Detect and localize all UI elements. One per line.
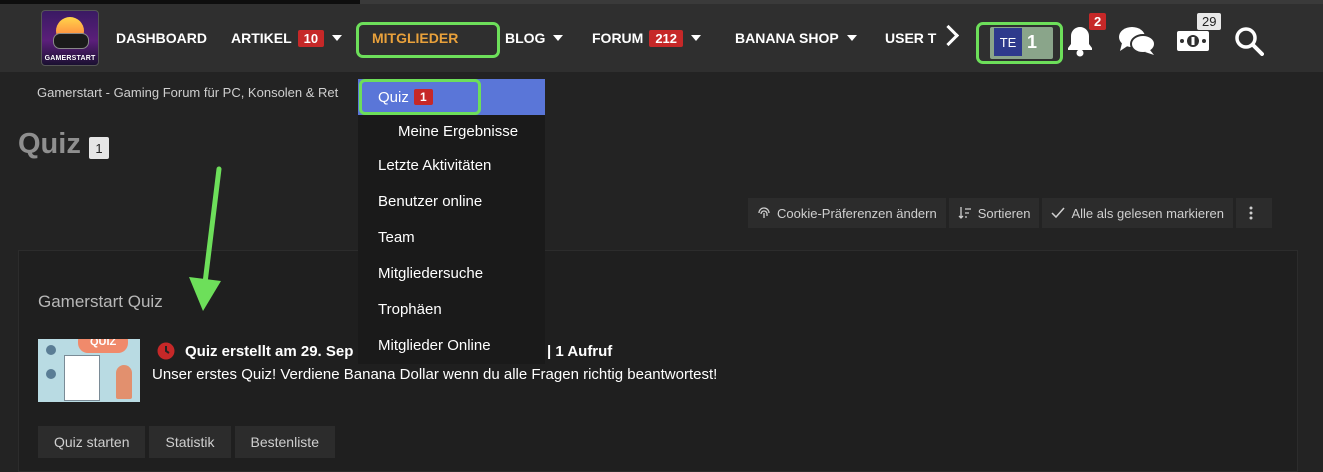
option-a-icon	[46, 345, 56, 355]
nav-artikel-label: ARTIKEL	[231, 30, 292, 46]
quiz-title[interactable]: Quiz erstellt am 29. Sep	[185, 343, 353, 360]
action-bar: Cookie-Präferenzen ändern Sortieren Alle…	[748, 198, 1272, 228]
dropdown-item-quiz[interactable]: Quiz	[378, 89, 409, 106]
artikel-badge: 10	[297, 29, 325, 47]
sort-icon	[958, 207, 971, 219]
dropdown-item-mitglieder-online[interactable]: Mitglieder Online	[378, 337, 491, 354]
chevron-down-icon	[332, 35, 343, 41]
notifications-badge: 2	[1089, 13, 1107, 30]
clipboard-icon	[64, 355, 100, 401]
nav-dashboard[interactable]: DASHBOARD	[116, 4, 207, 72]
money-icon[interactable]	[1176, 27, 1210, 55]
chevron-down-icon	[553, 35, 564, 41]
title-badge: 1	[89, 137, 109, 159]
dropdown-item-mitgliedersuche[interactable]: Mitgliedersuche	[378, 265, 483, 282]
nav-blog-label: BLOG	[505, 30, 546, 46]
chevron-down-icon	[691, 35, 702, 41]
site-logo[interactable]: GAMERSTART	[41, 10, 99, 66]
nav-banana-shop[interactable]: BANANA SHOP	[735, 4, 857, 72]
chat-icon[interactable]	[1118, 26, 1156, 56]
nav-dashboard-label: DASHBOARD	[116, 30, 207, 46]
mark-all-read-label: Alle als gelesen markieren	[1071, 205, 1224, 221]
user-count: 1	[1027, 31, 1038, 52]
mark-all-read-button[interactable]: Alle als gelesen markieren	[1042, 198, 1233, 228]
nav-forum[interactable]: FORUM 212	[592, 4, 702, 72]
sort-label: Sortieren	[977, 205, 1031, 221]
avatar[interactable]: TE	[994, 28, 1022, 56]
dropdown-item-meine-ergebnisse[interactable]: Meine Ergebnisse	[398, 123, 518, 140]
more-options-button[interactable]	[1235, 198, 1272, 228]
fingerprint-icon	[758, 207, 770, 218]
quiz-description: Unser erstes Quiz! Verdiene Banana Dolla…	[152, 366, 718, 383]
nav-user-tes-label: USER TES	[885, 30, 937, 46]
start-quiz-button[interactable]: Quiz starten	[38, 426, 146, 458]
more-vertical-icon	[1249, 206, 1253, 220]
sort-button[interactable]: Sortieren	[948, 198, 1040, 228]
option-b-icon	[46, 369, 56, 379]
mitglieder-dropdown	[358, 79, 545, 364]
quiz-buttons: Quiz starten Statistik Bestenliste	[38, 426, 335, 458]
nav-banana-shop-label: BANANA SHOP	[735, 30, 839, 46]
clock-icon	[157, 342, 175, 360]
page-title: Quiz	[18, 128, 81, 160]
chevron-down-icon	[846, 35, 857, 41]
nav-mitglieder-label: MITGLIEDER	[372, 30, 459, 46]
nav-artikel[interactable]: ARTIKEL 10	[231, 4, 343, 72]
search-icon[interactable]	[1234, 26, 1264, 56]
cookie-preferences-label: Cookie-Präferenzen ändern	[777, 205, 937, 221]
check-icon	[1051, 207, 1066, 219]
nav-user-tes[interactable]: USER TES	[885, 4, 937, 72]
statistics-button[interactable]: Statistik	[149, 426, 231, 458]
forum-badge: 212	[649, 29, 684, 47]
quiz-thumbnail[interactable]: QUIZ	[38, 339, 140, 402]
nav-blog[interactable]: BLOG	[505, 4, 564, 72]
cookie-preferences-button[interactable]: Cookie-Präferenzen ändern	[748, 198, 946, 228]
dropdown-item-team[interactable]: Team	[378, 229, 415, 246]
person-illustration	[116, 365, 132, 399]
banana-dollar-badge: 29	[1197, 13, 1222, 30]
breadcrumb[interactable]: Gamerstart - Gaming Forum für PC, Konsol…	[37, 85, 338, 100]
gamepad-icon	[53, 33, 89, 49]
nav-forum-label: FORUM	[592, 30, 644, 46]
quiz-badge: 1	[414, 89, 433, 105]
thumb-text: QUIZ	[90, 339, 117, 348]
dropdown-item-benutzer-online[interactable]: Benutzer online	[378, 193, 482, 210]
nav-mitglieder[interactable]: MITGLIEDER	[372, 4, 458, 72]
leaderboard-button[interactable]: Bestenliste	[234, 426, 335, 458]
logo-text: GAMERSTART	[44, 55, 96, 62]
block-title: Gamerstart Quiz	[38, 292, 163, 311]
dropdown-item-trophaeen[interactable]: Trophäen	[378, 301, 442, 318]
quiz-views: | 1 Aufruf	[547, 343, 613, 360]
arrow-down-icon	[189, 166, 222, 311]
dropdown-item-letzte-aktivitaeten[interactable]: Letzte Aktivitäten	[378, 157, 491, 174]
